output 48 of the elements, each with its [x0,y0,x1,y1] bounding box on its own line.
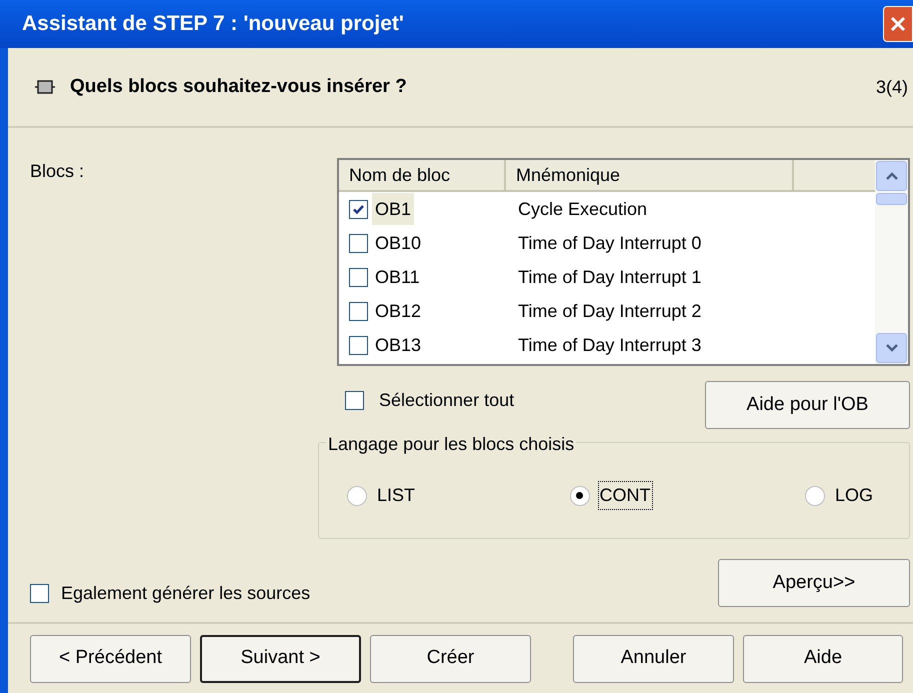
wizard-button[interactable]: Aide [743,634,903,682]
block-name[interactable]: OB10 [372,227,424,259]
checkbox[interactable] [30,584,49,603]
wizard-button[interactable]: Suivant > [200,634,361,682]
checkbox[interactable] [345,391,364,410]
block-icon [34,80,56,94]
checkbox[interactable] [349,302,368,320]
wizard-button[interactable]: Annuler [573,634,734,682]
page-heading: Quels blocs souhaitez-vous insérer ? [70,74,407,99]
column-header[interactable]: Mnémonique [506,160,794,190]
block-mnemonic: Time of Day Interrupt 1 [517,266,702,289]
block-name[interactable]: OB1 [372,193,414,225]
ob-help-button[interactable]: Aide pour l'OB [705,381,910,429]
radio-button[interactable] [570,486,590,506]
block-mnemonic: Cycle Execution [517,198,648,221]
block-name[interactable]: OB12 [372,295,424,327]
block-mnemonic: Time of Day Interrupt 2 [517,300,702,323]
step-counter: 3(4) [876,76,908,99]
close-button[interactable] [883,6,913,42]
scroll-down-button[interactable] [876,333,907,363]
radio-label[interactable]: LOG [832,481,875,510]
radio-button[interactable] [347,486,367,506]
radio-label[interactable]: LIST [375,481,418,510]
checkbox[interactable] [349,268,368,286]
block-name[interactable]: OB11 [372,261,423,293]
check-icon [352,202,365,216]
checkbox[interactable] [349,200,368,218]
generate-sources-label[interactable]: Egalement générer les sources [61,580,310,607]
window-title: Assistant de STEP 7 : 'nouveau projet' [22,11,404,38]
radio-button[interactable] [804,486,825,506]
scrollbar[interactable] [875,160,908,364]
close-icon [890,16,906,32]
checkbox[interactable] [349,336,368,354]
chevron-up-icon [884,171,898,181]
column-header[interactable]: Nom de bloc [339,160,506,190]
block-mnemonic: Time of Day Interrupt 3 [517,334,702,357]
scroll-thumb[interactable] [876,193,907,205]
block-name[interactable]: OB13 [372,329,424,361]
preview-button[interactable]: Aperçu>> [718,559,910,607]
checkbox[interactable] [349,234,368,252]
scroll-up-button[interactable] [876,161,907,191]
radio-label[interactable]: CONT [598,481,652,510]
chevron-down-icon [884,343,898,353]
blocks-label: Blocs : [30,161,84,181]
wizard-button[interactable]: Créer [370,634,531,682]
block-mnemonic: Time of Day Interrupt 0 [517,232,702,255]
select-all-label[interactable]: Sélectionner tout [379,387,514,414]
wizard-button[interactable]: < Précédent [30,634,191,682]
